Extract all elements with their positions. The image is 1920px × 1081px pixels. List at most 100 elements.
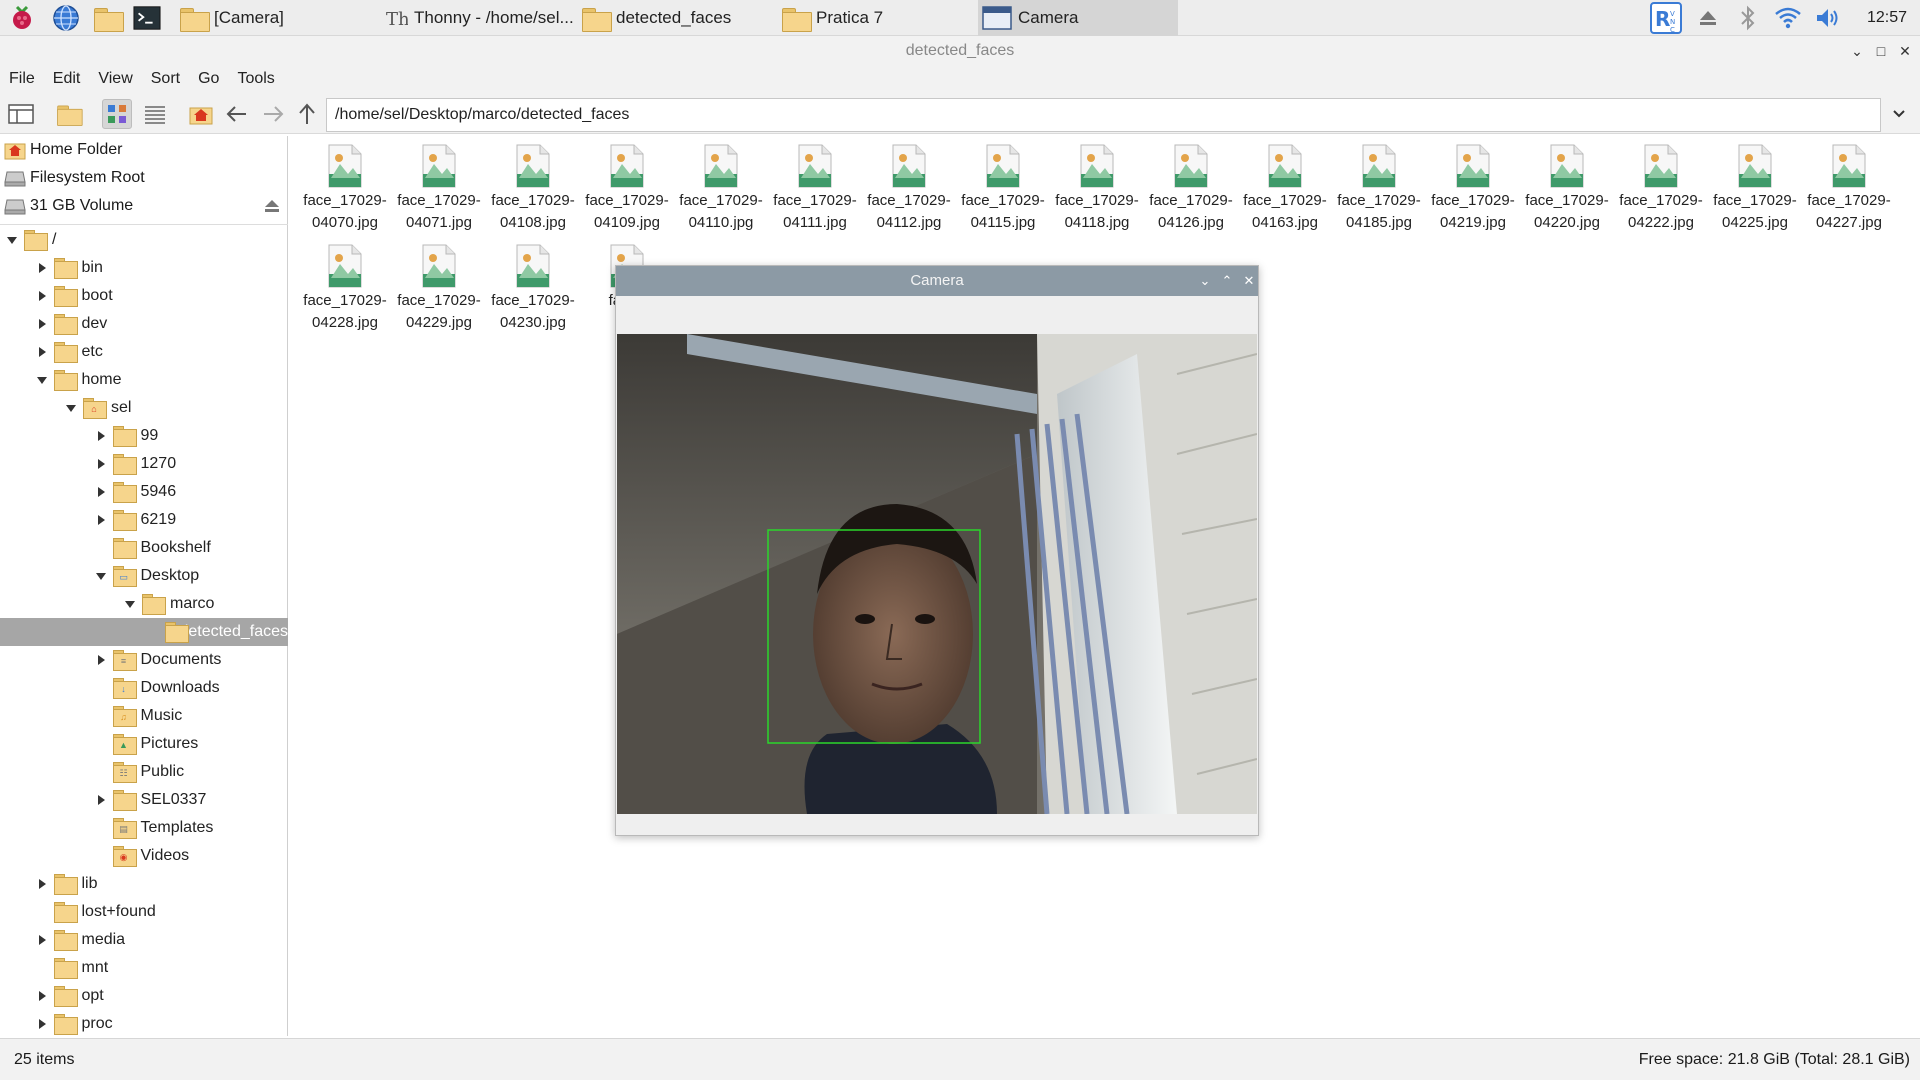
tree-item-detected-faces[interactable]: detected_faces	[0, 618, 288, 646]
file-item[interactable]: face_17029- 04222.jpg	[1614, 136, 1708, 236]
place-volume[interactable]: 31 GB Volume	[0, 192, 288, 220]
new-window-button[interactable]	[6, 99, 36, 129]
place-home-folder[interactable]: Home Folder	[0, 136, 288, 164]
tree-item-proc[interactable]: proc	[0, 1010, 288, 1036]
tree-item-bin[interactable]: bin	[0, 254, 288, 282]
expand-arrow-icon[interactable]	[36, 934, 48, 946]
tree-item-sel0337[interactable]: SEL0337	[0, 786, 288, 814]
tree-item-[interactable]: /	[0, 226, 288, 254]
tree-item-opt[interactable]: opt	[0, 982, 288, 1010]
menu-go[interactable]: Go	[189, 66, 228, 92]
terminal-icon[interactable]	[133, 4, 161, 32]
volume-icon[interactable]	[1810, 0, 1846, 36]
camera-minimize-icon[interactable]: ⌄	[1194, 266, 1216, 296]
expand-arrow-icon[interactable]	[36, 318, 48, 330]
web-browser-icon[interactable]	[52, 4, 80, 32]
expand-arrow-icon[interactable]	[95, 514, 107, 526]
taskbar-task-camera[interactable]: Camera	[978, 0, 1178, 36]
tree-item-music[interactable]: ♫ Music	[0, 702, 288, 730]
expand-arrow-icon[interactable]	[95, 794, 107, 806]
close-icon[interactable]: ✕	[1894, 36, 1916, 66]
up-button[interactable]	[292, 99, 322, 129]
raspberry-menu-icon[interactable]	[8, 4, 36, 32]
tree-item-sel[interactable]: ⌂ sel	[0, 394, 288, 422]
file-manager-icon[interactable]	[94, 4, 124, 32]
tree-item-documents[interactable]: ≡ Documents	[0, 646, 288, 674]
collapse-arrow-icon[interactable]	[95, 570, 107, 582]
file-item[interactable]: face_17029- 04108.jpg	[486, 136, 580, 236]
file-item[interactable]: face_17029- 04163.jpg	[1238, 136, 1332, 236]
expand-arrow-icon[interactable]	[36, 878, 48, 890]
expand-arrow-icon[interactable]	[95, 654, 107, 666]
file-item[interactable]: face_17029- 04112.jpg	[862, 136, 956, 236]
file-item[interactable]: face_17029- 04110.jpg	[674, 136, 768, 236]
camera-maximize-icon[interactable]: ⌃	[1216, 266, 1238, 296]
file-item[interactable]: face_17029- 04109.jpg	[580, 136, 674, 236]
home-button[interactable]	[186, 99, 216, 129]
maximize-icon[interactable]: □	[1870, 36, 1892, 66]
clock[interactable]: 12:57	[1858, 0, 1916, 36]
expand-arrow-icon[interactable]	[95, 458, 107, 470]
expand-arrow-icon[interactable]	[95, 486, 107, 498]
eject-icon[interactable]	[264, 198, 280, 219]
tree-item-pictures[interactable]: ▲ Pictures	[0, 730, 288, 758]
file-item[interactable]: face_17029- 04225.jpg	[1708, 136, 1802, 236]
file-item[interactable]: face_17029- 04118.jpg	[1050, 136, 1144, 236]
tree-item-1270[interactable]: 1270	[0, 450, 288, 478]
tree-item-templates[interactable]: ▤ Templates	[0, 814, 288, 842]
collapse-arrow-icon[interactable]	[124, 598, 136, 610]
place-filesystem-root[interactable]: Filesystem Root	[0, 164, 288, 192]
file-item[interactable]: face_17029- 04219.jpg	[1426, 136, 1520, 236]
wifi-icon[interactable]	[1770, 0, 1806, 36]
file-item[interactable]: face_17029- 04126.jpg	[1144, 136, 1238, 236]
tree-item-lib[interactable]: lib	[0, 870, 288, 898]
taskbar-task-thonny[interactable]: Th Thonny - /home/sel...	[380, 0, 576, 36]
vnc-icon[interactable]: RVNC	[1648, 0, 1684, 36]
file-item[interactable]: face_17029- 04228.jpg	[298, 236, 392, 336]
new-folder-button[interactable]	[54, 99, 84, 129]
expand-arrow-icon[interactable]	[36, 990, 48, 1002]
collapse-arrow-icon[interactable]	[6, 234, 18, 246]
file-item[interactable]: face_17029- 04115.jpg	[956, 136, 1050, 236]
menu-tools[interactable]: Tools	[228, 66, 283, 92]
file-item[interactable]: face_17029- 04229.jpg	[392, 236, 486, 336]
tree-item-public[interactable]: ☷ Public	[0, 758, 288, 786]
tree-item-marco[interactable]: marco	[0, 590, 288, 618]
forward-button[interactable]	[258, 99, 288, 129]
expand-arrow-icon[interactable]	[36, 262, 48, 274]
menu-sort[interactable]: Sort	[142, 66, 189, 92]
eject-icon[interactable]	[1692, 0, 1724, 36]
tree-item-home[interactable]: home	[0, 366, 288, 394]
menu-edit[interactable]: Edit	[44, 66, 90, 92]
tree-item-downloads[interactable]: ↓ Downloads	[0, 674, 288, 702]
collapse-arrow-icon[interactable]	[65, 402, 77, 414]
tree-item-boot[interactable]: boot	[0, 282, 288, 310]
expand-arrow-icon[interactable]	[95, 430, 107, 442]
tree-item-desktop[interactable]: ▭ Desktop	[0, 562, 288, 590]
menu-view[interactable]: View	[89, 66, 141, 92]
file-item[interactable]: face_17029- 04220.jpg	[1520, 136, 1614, 236]
back-button[interactable]	[222, 99, 252, 129]
tree-item-etc[interactable]: etc	[0, 338, 288, 366]
icon-view-button[interactable]	[102, 99, 132, 129]
bluetooth-icon[interactable]	[1732, 0, 1764, 36]
tree-item-videos[interactable]: ◉ Videos	[0, 842, 288, 870]
taskbar-task-pratica7[interactable]: Pratica 7	[778, 0, 968, 36]
taskbar-task-camera-folder[interactable]: [Camera]	[176, 0, 366, 36]
path-history-button[interactable]	[1884, 99, 1914, 129]
list-view-button[interactable]	[140, 99, 170, 129]
taskbar-task-detected-faces[interactable]: detected_faces	[578, 0, 768, 36]
path-input[interactable]: /home/sel/Desktop/marco/detected_faces	[326, 98, 1881, 132]
tree-item-99[interactable]: 99	[0, 422, 288, 450]
collapse-arrow-icon[interactable]	[36, 374, 48, 386]
tree-item-media[interactable]: media	[0, 926, 288, 954]
tree-item-dev[interactable]: dev	[0, 310, 288, 338]
expand-arrow-icon[interactable]	[36, 1018, 48, 1030]
menu-file[interactable]: File	[0, 66, 44, 92]
file-item[interactable]: face_17029- 04227.jpg	[1802, 136, 1896, 236]
tree-item-lost-found[interactable]: lost+found	[0, 898, 288, 926]
tree-item-5946[interactable]: 5946	[0, 478, 288, 506]
expand-arrow-icon[interactable]	[36, 346, 48, 358]
expand-arrow-icon[interactable]	[36, 290, 48, 302]
tree-item-mnt[interactable]: mnt	[0, 954, 288, 982]
